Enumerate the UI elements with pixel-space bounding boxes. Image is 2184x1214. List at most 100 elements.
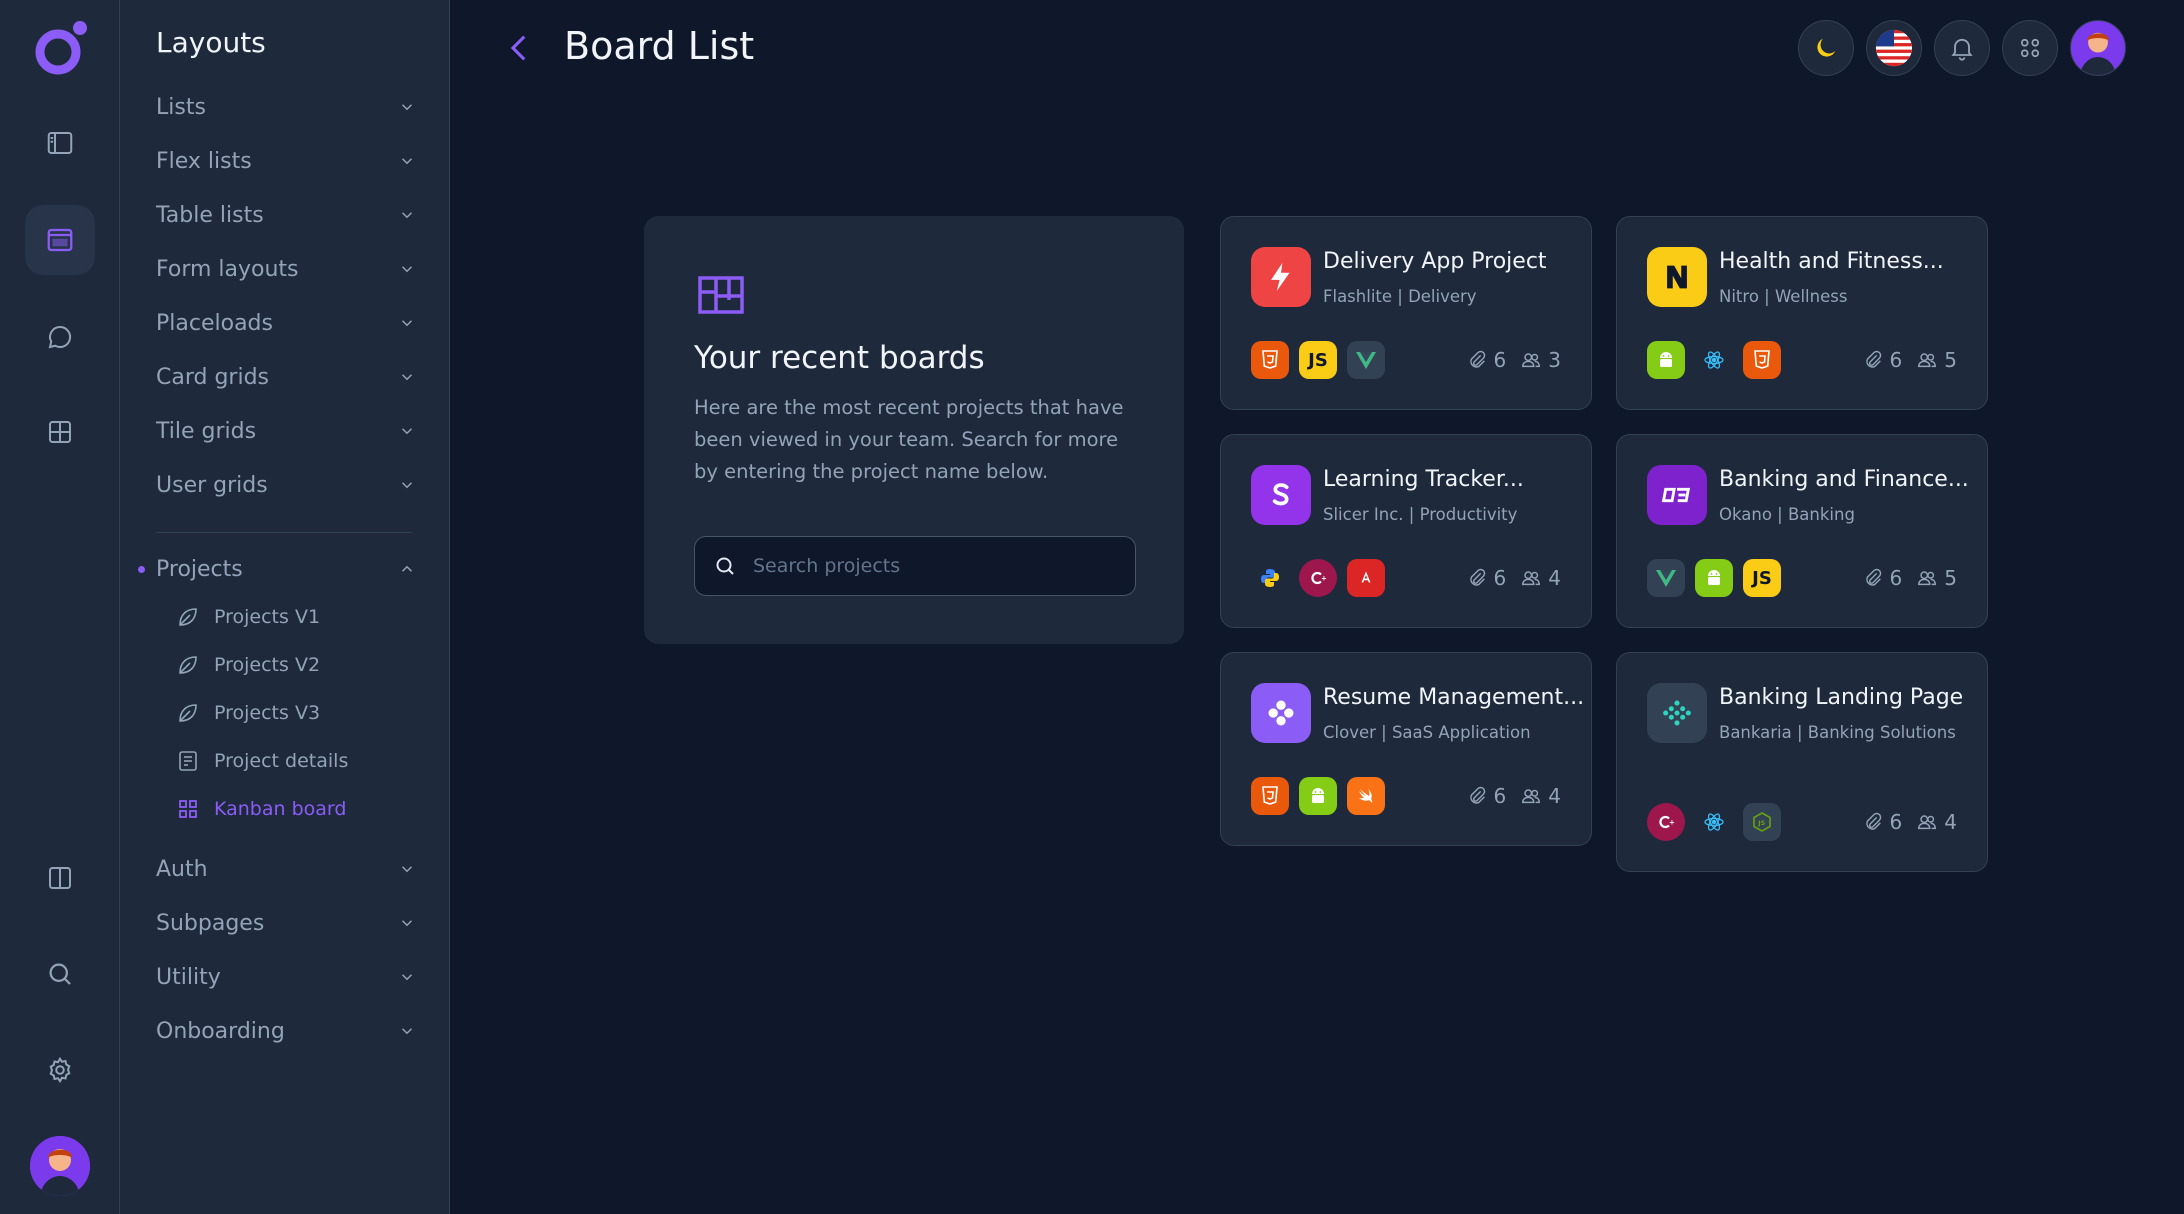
okano-logo-icon (1647, 465, 1707, 525)
paperclip-icon (1865, 812, 1881, 830)
kanban-icon (698, 276, 744, 314)
bankaria-logo-icon (1647, 683, 1707, 743)
project-card-learning[interactable]: Learning Tracker... Slicer Inc. | Produc… (1220, 434, 1592, 628)
chevron-down-icon (401, 428, 413, 435)
paperclip-icon (1865, 568, 1881, 586)
project-footer: 6 4 (1251, 777, 1561, 815)
dashboard-grid-icon[interactable] (25, 397, 95, 467)
project-subtitle: Flashlite | Delivery (1323, 287, 1477, 306)
menu-item-user-grids[interactable]: User grids (156, 465, 416, 505)
project-subtitle: Nitro | Wellness (1719, 287, 1848, 306)
sub-item-projects-v2[interactable]: Projects V2 (176, 647, 320, 683)
menu-item-placeloads[interactable]: Placeloads (156, 303, 416, 343)
search-icon (716, 557, 734, 575)
chat-icon[interactable] (25, 302, 95, 372)
menu-title: Layouts (156, 26, 266, 59)
project-title: Banking and Finance... (1719, 467, 1969, 492)
theme-toggle-button[interactable] (1798, 20, 1854, 76)
sidebar-toggle-icon[interactable] (25, 108, 95, 178)
svg-text:+: + (1669, 819, 1675, 827)
menu-divider (156, 532, 412, 533)
project-title: Delivery App Project (1323, 249, 1547, 274)
project-subtitle: Slicer Inc. | Productivity (1323, 505, 1518, 524)
project-card-resume[interactable]: Resume Management... Clover | SaaS Appli… (1220, 652, 1592, 846)
swift-icon (1347, 777, 1385, 815)
project-footer: JS 6 3 (1251, 341, 1561, 379)
menu-item-projects[interactable]: Projects (138, 549, 416, 589)
user-avatar[interactable] (30, 1136, 90, 1196)
users-icon (1918, 571, 1937, 586)
nodejs-icon: JS (1743, 803, 1781, 841)
project-card-banking-finance[interactable]: Banking and Finance... Okano | Banking J… (1616, 434, 1988, 628)
language-button[interactable] (1866, 20, 1922, 76)
chevron-down-icon (401, 212, 413, 219)
attachments-count: 6 (1466, 348, 1506, 372)
sub-item-projects-v1[interactable]: Projects V1 (176, 599, 320, 635)
svg-text:+: + (1321, 575, 1327, 583)
paperclip-icon (1865, 350, 1881, 368)
android-icon (1695, 559, 1733, 597)
members-count: 5 (1916, 348, 1957, 372)
menu-item-lists[interactable]: Lists (156, 87, 416, 127)
icon-rail (0, 0, 120, 1214)
notifications-button[interactable] (1934, 20, 1990, 76)
react-icon (1695, 803, 1733, 841)
project-footer: 6 5 (1647, 341, 1957, 379)
menu-item-table-lists[interactable]: Table lists (156, 195, 416, 235)
menu-item-subpages[interactable]: Subpages (156, 903, 416, 943)
project-footer: JS 6 5 (1647, 559, 1957, 597)
grid-icon (179, 800, 197, 818)
csharp-icon: + (1299, 559, 1337, 597)
recent-boards-card: Your recent boards Here are the most rec… (644, 216, 1184, 644)
moon-icon (1817, 38, 1836, 57)
users-icon (1522, 789, 1541, 804)
chevron-down-icon (401, 374, 413, 381)
search-projects-input[interactable] (753, 555, 1113, 577)
menu-item-form-layouts[interactable]: Form layouts (156, 249, 416, 289)
menu-item-flex-lists[interactable]: Flex lists (156, 141, 416, 181)
attachments-count: 6 (1466, 784, 1506, 808)
layouts-icon[interactable] (25, 205, 95, 275)
menu-item-tile-grids[interactable]: Tile grids (156, 411, 416, 451)
document-icon (179, 751, 197, 771)
project-card-health[interactable]: Health and Fitness... Nitro | Wellness 6… (1616, 216, 1988, 410)
menu-item-auth[interactable]: Auth (156, 849, 416, 889)
menu-item-onboarding[interactable]: Onboarding (156, 1011, 416, 1051)
project-card-delivery[interactable]: Delivery App Project Flashlite | Deliver… (1220, 216, 1592, 410)
app-logo-icon[interactable] (30, 18, 90, 78)
chevron-down-icon (401, 158, 413, 165)
attachments-count: 6 (1862, 566, 1902, 590)
paperclip-icon (1469, 568, 1485, 586)
chevron-down-icon (401, 920, 413, 927)
react-icon (1695, 341, 1733, 379)
columns-icon[interactable] (25, 843, 95, 913)
settings-gear-icon[interactable] (25, 1035, 95, 1105)
members-count: 4 (1520, 566, 1561, 590)
project-title: Resume Management... (1323, 685, 1585, 710)
javascript-icon: JS (1743, 559, 1781, 597)
html5-icon (1251, 777, 1289, 815)
profile-avatar[interactable] (2070, 20, 2126, 76)
chevron-down-icon (401, 974, 413, 981)
sub-item-kanban-board[interactable]: Kanban board (176, 791, 346, 827)
attachments-count: 6 (1862, 348, 1902, 372)
leaf-icon (179, 704, 197, 722)
project-footer: + 6 4 (1251, 559, 1561, 597)
project-title: Health and Fitness... (1719, 249, 1944, 274)
search-icon[interactable] (25, 939, 95, 1009)
leaf-icon (179, 656, 197, 674)
sub-item-projects-v3[interactable]: Projects V3 (176, 695, 320, 731)
apps-button[interactable] (2002, 20, 2058, 76)
sub-item-project-details[interactable]: Project details (176, 743, 348, 779)
project-card-banking-landing[interactable]: Banking Landing Page Bankaria | Banking … (1616, 652, 1988, 872)
javascript-icon: JS (1299, 341, 1337, 379)
paperclip-icon (1469, 350, 1485, 368)
project-subtitle: Bankaria | Banking Solutions (1719, 723, 1956, 742)
flashlite-logo-icon (1251, 247, 1311, 307)
menu-item-card-grids[interactable]: Card grids (156, 357, 416, 397)
project-title: Learning Tracker... (1323, 467, 1524, 492)
avatar-icon (2080, 32, 2116, 75)
menu-item-utility[interactable]: Utility (156, 957, 416, 997)
html5-icon (1251, 341, 1289, 379)
back-button[interactable] (500, 26, 540, 70)
